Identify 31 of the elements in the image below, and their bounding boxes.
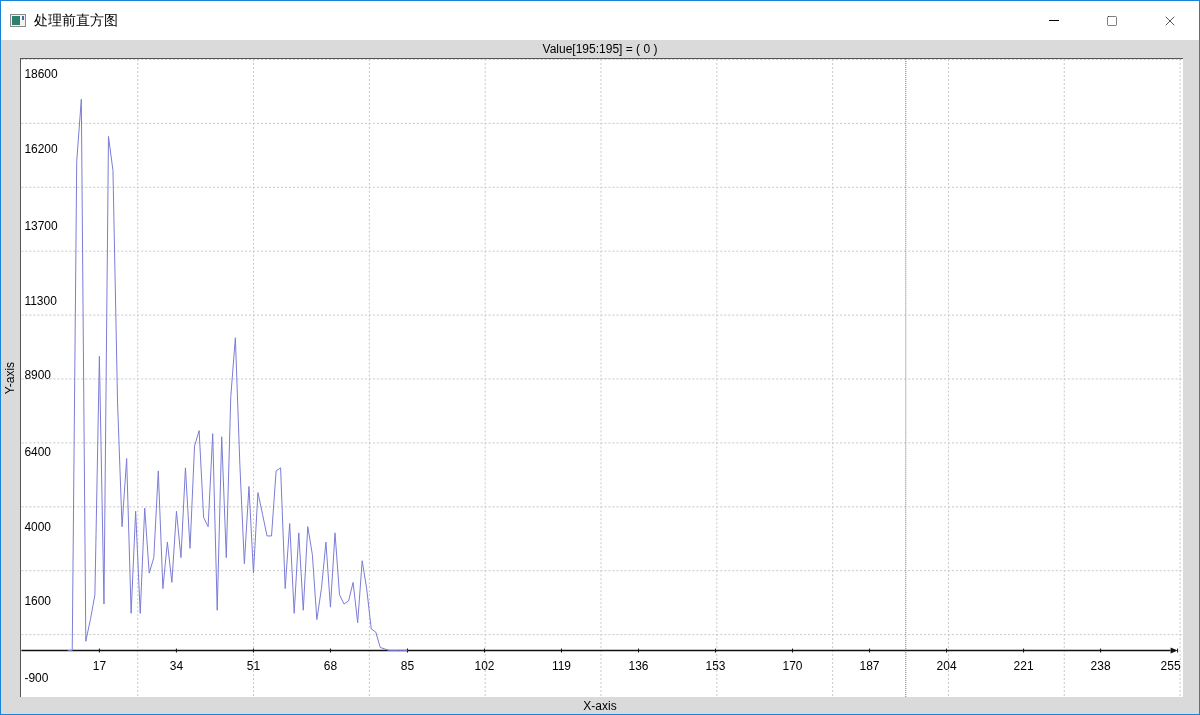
y-tick-label: 11300	[24, 293, 57, 308]
y-tick-label: 16200	[24, 141, 58, 156]
y-axis-label: Y-axis	[2, 361, 19, 394]
maximize-icon	[1106, 14, 1118, 27]
x-tick-label: 102	[474, 658, 495, 673]
y-tick-label: 4000	[24, 519, 52, 534]
y-tick-label: -900	[24, 671, 49, 686]
y-tick-label: 18600	[24, 67, 58, 82]
x-tick-label: 187	[859, 658, 880, 673]
x-tick-label: 68	[323, 658, 338, 673]
x-tick-label: 153	[705, 658, 726, 673]
x-tick-label: 238	[1090, 658, 1111, 673]
y-tick-label: 6400	[24, 445, 52, 460]
y-tick-label: 8900	[24, 367, 52, 382]
x-tick-label: 119	[551, 658, 572, 673]
minimize-icon	[1049, 20, 1059, 21]
x-tick-label: 221	[1013, 658, 1034, 673]
x-tick-label: 34	[169, 658, 184, 673]
x-tick-label: 51	[246, 658, 261, 673]
x-axis-label: X-axis	[583, 698, 617, 714]
x-tick-label: 85	[400, 658, 415, 673]
x-tick-label: 170	[782, 658, 803, 673]
x-tick-label: 17	[92, 658, 107, 673]
y-tick-label: 1600	[24, 594, 52, 608]
window-icon	[10, 14, 26, 27]
x-tick-label: 204	[936, 658, 957, 673]
x-tick-label: 136	[628, 658, 649, 673]
y-tick-label: 13700	[24, 219, 58, 234]
window-title: 处理前直方图	[34, 11, 118, 30]
cursor-value-text: Value[195:195] = ( 0 )	[542, 41, 658, 58]
x-tick-label: 255	[1160, 658, 1181, 673]
